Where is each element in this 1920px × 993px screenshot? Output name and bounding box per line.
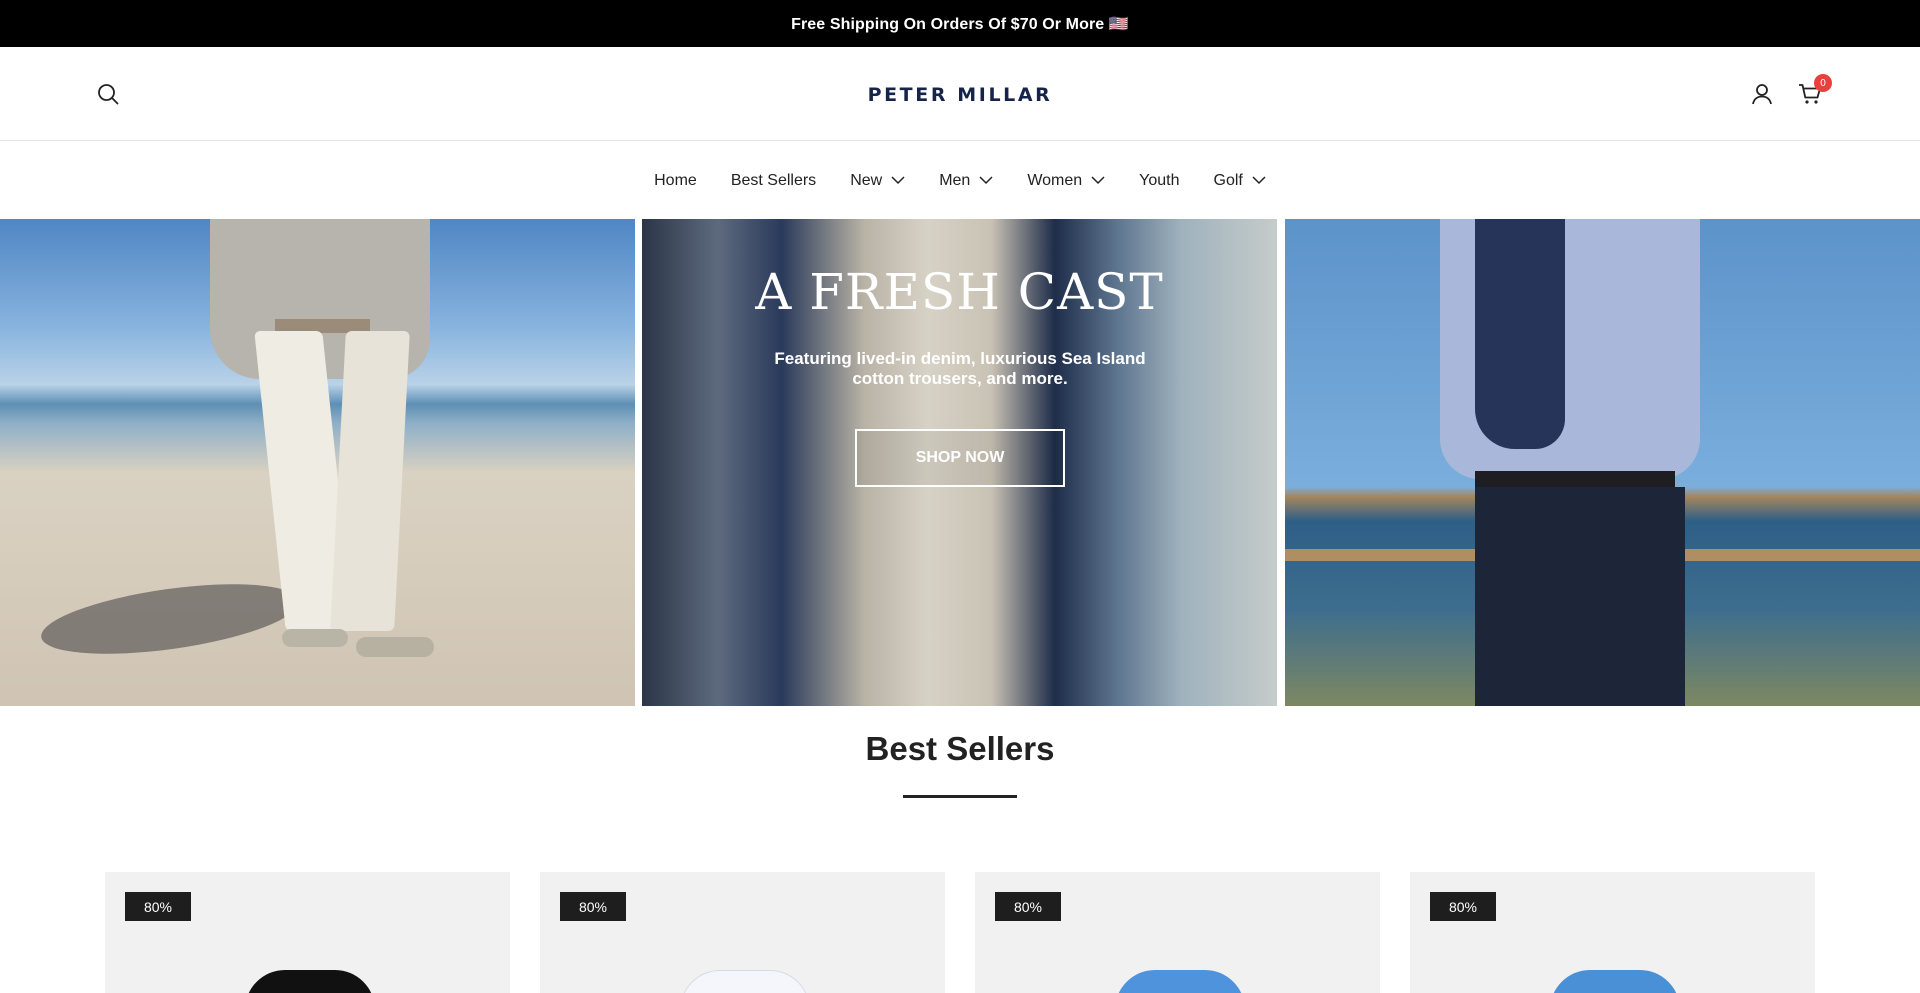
nav-item-new[interactable]: New <box>850 172 905 190</box>
site-logo[interactable]: PETER MILLAR <box>860 83 1060 107</box>
nav-item-golf[interactable]: Golf <box>1214 172 1266 190</box>
hero-image-beach-man[interactable] <box>0 219 635 706</box>
shop-now-button[interactable]: SHOP NOW <box>855 429 1065 487</box>
hero-title: A FRESH CAST <box>755 263 1164 321</box>
nav-item-best-sellers[interactable]: Best Sellers <box>731 172 816 190</box>
product-image <box>1115 970 1245 993</box>
product-card[interactable]: 80% <box>1410 872 1815 993</box>
chevron-down-icon <box>1252 176 1266 185</box>
section-divider <box>903 795 1017 798</box>
product-image <box>680 970 810 993</box>
account-icon[interactable] <box>1748 80 1776 108</box>
product-card[interactable]: 80% <box>540 872 945 993</box>
chevron-down-icon <box>1091 176 1105 185</box>
nav-item-youth[interactable]: Youth <box>1139 172 1179 190</box>
nav-item-women[interactable]: Women <box>1027 172 1105 190</box>
cart-count-badge: 0 <box>1814 74 1832 92</box>
best-sellers-heading: Best Sellers <box>865 730 1055 767</box>
hero-banner: A FRESH CAST Featuring lived-in denim, l… <box>0 219 1920 706</box>
chevron-down-icon <box>891 176 905 185</box>
product-card[interactable]: 80% <box>105 872 510 993</box>
discount-badge: 80% <box>125 892 191 921</box>
search-icon[interactable] <box>94 80 122 108</box>
discount-badge: 80% <box>1430 892 1496 921</box>
nav-item-men[interactable]: Men <box>939 172 993 190</box>
site-header: PETER MILLAR 0 <box>0 47 1920 141</box>
product-image <box>245 970 375 993</box>
hero-subtitle: Featuring lived-in denim, luxurious Sea … <box>774 349 1146 388</box>
product-image <box>1550 970 1680 993</box>
chevron-down-icon <box>979 176 993 185</box>
discount-badge: 80% <box>560 892 626 921</box>
product-card[interactable]: 80% <box>975 872 1380 993</box>
main-nav: Home Best Sellers New Men Women Youth Go… <box>0 142 1920 219</box>
discount-badge: 80% <box>995 892 1061 921</box>
announcement-bar: Free Shipping On Orders Of $70 Or More 🇺… <box>0 0 1920 47</box>
hero-image-shirt-man[interactable] <box>1285 219 1920 706</box>
announcement-text: Free Shipping On Orders Of $70 Or More 🇺… <box>791 15 1129 33</box>
nav-item-home[interactable]: Home <box>654 172 697 190</box>
